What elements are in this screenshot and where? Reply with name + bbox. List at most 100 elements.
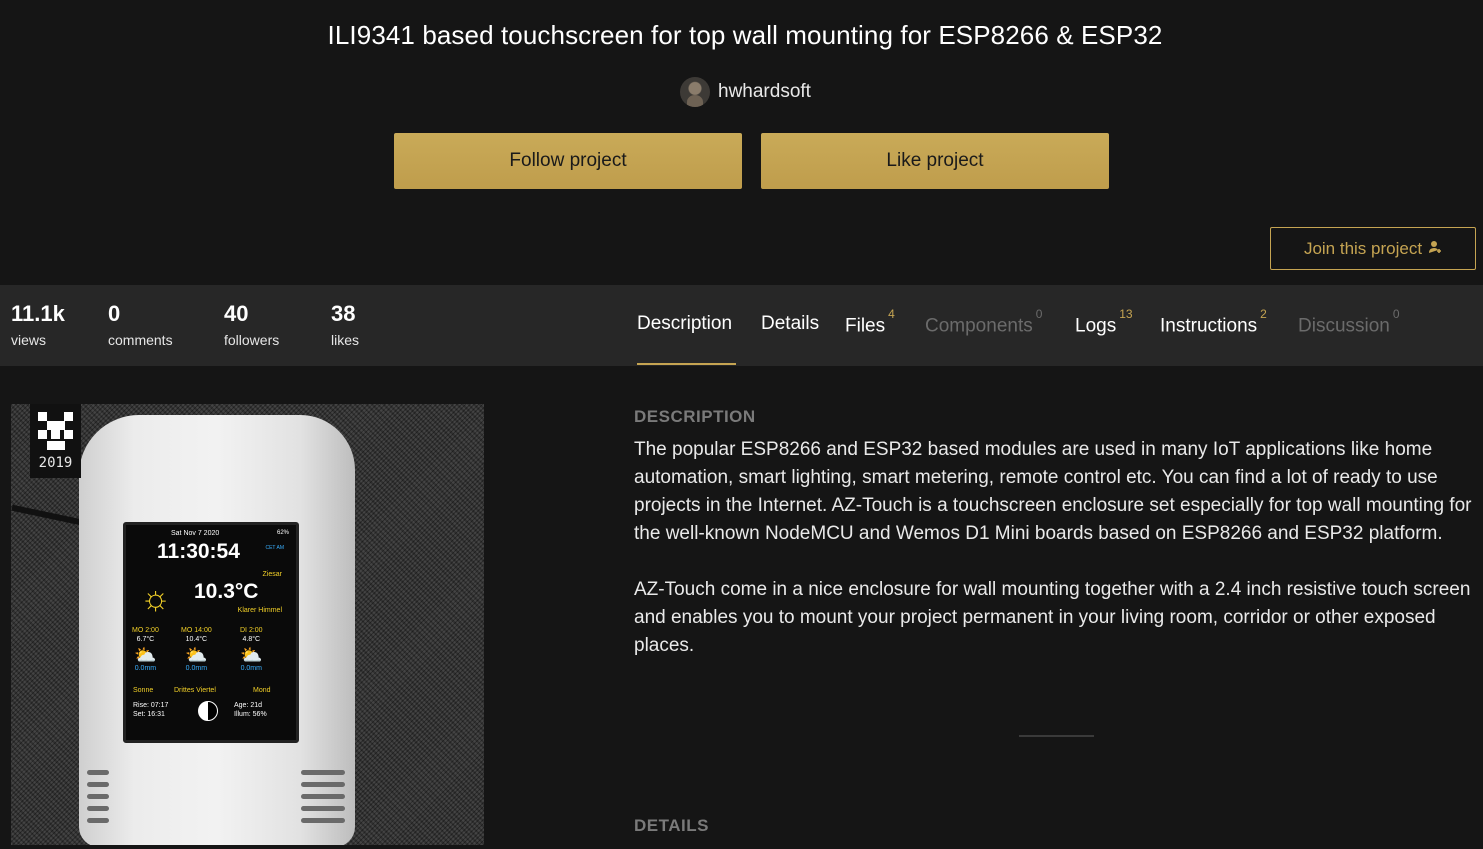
- vent-slot: [301, 818, 345, 823]
- stat-comments: 0 comments: [108, 301, 173, 348]
- stat-views-label: views: [11, 332, 47, 348]
- vent-slot: [301, 782, 345, 787]
- tab-discussion-label: Discussion: [1298, 315, 1390, 337]
- stat-views-value: 11.1k: [11, 301, 65, 326]
- screen-date: Sat Nov 7 2020: [171, 530, 220, 537]
- moon-label: Mond: [253, 687, 271, 694]
- project-header: ILI9341 based touchscreen for top wall m…: [0, 0, 1483, 285]
- tab-description[interactable]: Description: [637, 313, 732, 335]
- tab-instructions-count: 2: [1260, 307, 1267, 321]
- tab-files-count: 4: [888, 307, 895, 321]
- stat-views: 11.1k views: [11, 301, 65, 348]
- sunset-time: Set: 16:31: [133, 711, 165, 718]
- author-name[interactable]: hwhardsoft: [718, 81, 811, 103]
- badge-pixel: [56, 441, 65, 450]
- stat-followers-label: followers: [224, 332, 280, 348]
- vent-slot: [301, 770, 345, 775]
- partly-cloudy-icon: ⛅: [134, 645, 157, 666]
- partly-cloudy-icon: ⛅: [185, 645, 208, 666]
- like-project-button[interactable]: Like project: [761, 133, 1109, 189]
- forecast-day: DI 2:00: [240, 627, 263, 634]
- description-paragraph: AZ-Touch come in a nice enclosure for wa…: [634, 579, 1471, 656]
- vent-slot: [87, 782, 109, 787]
- vent-slot: [87, 794, 109, 799]
- tab-logs-count: 13: [1119, 307, 1133, 321]
- badge-pixel: [38, 412, 47, 421]
- forecast-day: MO 14:00: [181, 627, 212, 634]
- stat-likes: 38 likes: [331, 301, 359, 348]
- description-heading: DESCRIPTION: [634, 407, 756, 426]
- tab-logs[interactable]: Logs13: [1075, 307, 1133, 337]
- stat-followers: 40 followers: [224, 301, 279, 348]
- tab-components-count: 0: [1035, 307, 1043, 321]
- hackaday-prize-badge: 2019: [30, 404, 81, 478]
- tab-components-label: Components: [925, 315, 1033, 337]
- forecast-item: MO 14:00 10.4°C ⛅ 0.0mm: [181, 626, 212, 673]
- moon-phase-icon: [198, 701, 218, 721]
- join-project-button[interactable]: Join this project: [1270, 227, 1476, 270]
- tab-components: Components0: [925, 307, 1042, 337]
- forecast-day: MO 2:00: [132, 627, 159, 634]
- forecast-temp: 10.4°C: [185, 636, 208, 644]
- description-paragraph: The popular ESP8266 and ESP32 based modu…: [634, 439, 1472, 544]
- badge-pixel: [38, 430, 47, 439]
- vent-slot: [301, 806, 345, 811]
- avatar[interactable]: [680, 77, 710, 107]
- tab-instructions[interactable]: Instructions2: [1160, 307, 1267, 337]
- sunrise-time: Rise: 07:17: [133, 702, 169, 709]
- page-title: ILI9341 based touchscreen for top wall m…: [327, 20, 1163, 50]
- tab-discussion: Discussion0: [1298, 307, 1400, 337]
- moon-phase-label: Drittes Viertel: [174, 687, 216, 694]
- screen-city: Ziesar: [262, 571, 282, 578]
- user-add-icon: [1428, 239, 1442, 259]
- sun-label: Sonne: [133, 687, 154, 694]
- screen-percent: 62%: [276, 530, 289, 536]
- screen-time: 11:30:54: [157, 540, 240, 563]
- project-photo[interactable]: Sat Nov 7 2020 62% 11:30:54 CET AM Ziesa…: [11, 404, 484, 845]
- section-divider: [1019, 735, 1094, 737]
- device-screen: Sat Nov 7 2020 62% 11:30:54 CET AM Ziesa…: [123, 522, 299, 743]
- badge-pixel: [64, 412, 73, 421]
- vent-slot: [87, 770, 109, 775]
- vent-slot: [301, 794, 345, 799]
- tab-discussion-count: 0: [1392, 307, 1400, 321]
- screen-ampm: CET AM: [265, 545, 284, 551]
- screen-temp: 10.3°C: [194, 580, 259, 603]
- badge-pixel: [47, 421, 56, 430]
- forecast-temp: 4.8°C: [242, 636, 261, 644]
- badge-pixel: [51, 430, 60, 439]
- partly-cloudy-icon: ⛅: [240, 645, 263, 666]
- badge-pixel: [64, 430, 73, 439]
- badge-year: 2019: [38, 455, 73, 471]
- details-heading: DETAILS: [634, 816, 709, 835]
- tab-details[interactable]: Details: [761, 313, 819, 335]
- stat-comments-value: 0: [108, 301, 121, 326]
- stat-likes-label: likes: [331, 332, 360, 348]
- badge-pixel: [47, 441, 56, 450]
- tab-logs-label: Logs: [1075, 315, 1117, 337]
- follow-project-button[interactable]: Follow project: [394, 133, 742, 189]
- forecast-temp: 6.7°C: [136, 636, 155, 644]
- tab-details-label: Details: [761, 313, 820, 334]
- stat-comments-label: comments: [108, 332, 173, 348]
- badge-pixel: [56, 421, 65, 430]
- forecast-rain: 0.0mm: [185, 665, 208, 673]
- author-link[interactable]: hwhardsoft: [680, 77, 811, 107]
- stat-likes-value: 38: [331, 301, 356, 326]
- tab-files[interactable]: Files4: [845, 307, 895, 337]
- vent-slot: [87, 818, 109, 823]
- screen-desc: Klarer Himmel: [237, 607, 282, 614]
- forecast-item: MO 2:00 6.7°C ⛅ 0.0mm: [132, 626, 159, 673]
- stat-followers-value: 40: [224, 301, 249, 326]
- tab-instructions-label: Instructions: [1160, 315, 1258, 337]
- sun-icon: ☼: [140, 579, 172, 617]
- forecast-rain: 0.0mm: [240, 665, 262, 673]
- tab-files-label: Files: [845, 315, 886, 337]
- moon-illumination: Illum: 56%: [234, 711, 267, 718]
- active-tab-indicator: [637, 363, 736, 365]
- tab-description-label: Description: [637, 313, 733, 334]
- moon-age: Age: 21d: [234, 702, 263, 709]
- forecast-rain: 0.0mm: [134, 665, 157, 673]
- stats-bar: 11.1k views 0 comments 40 followers 38 l…: [0, 285, 1483, 366]
- forecast-item: DI 2:00 4.8°C ⛅ 0.0mm: [240, 626, 263, 673]
